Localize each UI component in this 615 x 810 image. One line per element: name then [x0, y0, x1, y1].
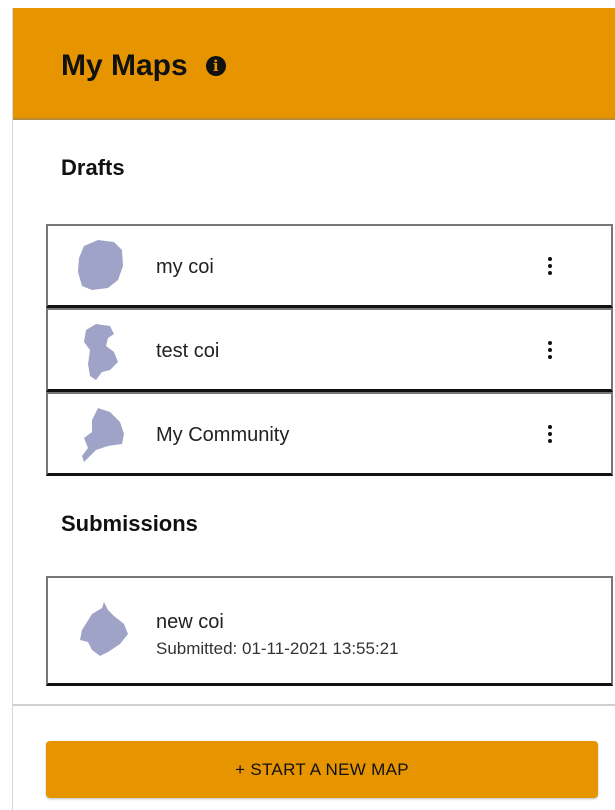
draft-item-label: test coi: [156, 340, 220, 362]
footer-divider: [13, 704, 615, 706]
submission-item-label: new coi: [156, 611, 224, 633]
draft-item[interactable]: My Community: [46, 392, 613, 476]
submissions-list: new coi Submitted: 01-11-2021 13:55:21: [46, 576, 615, 686]
map-shape-icon: [80, 602, 128, 656]
panel-header: My Maps i: [13, 8, 615, 120]
page-title-wrap: My Maps i: [61, 49, 226, 83]
submissions-heading: Submissions: [61, 511, 198, 536]
map-shape-icon: [84, 324, 118, 380]
kebab-menu-icon[interactable]: [540, 334, 560, 366]
submission-status: Submitted: 01-11-2021 13:55:21: [156, 639, 399, 658]
my-maps-panel: My Maps i Drafts my coi test coi My Comm…: [12, 8, 615, 810]
map-shape-icon: [82, 408, 124, 462]
submission-item[interactable]: new coi Submitted: 01-11-2021 13:55:21: [46, 576, 613, 686]
kebab-menu-icon[interactable]: [540, 250, 560, 282]
draft-item-label: my coi: [156, 256, 214, 278]
draft-item[interactable]: test coi: [46, 308, 613, 392]
info-icon[interactable]: i: [205, 56, 226, 76]
start-new-map-button[interactable]: + START A NEW MAP: [46, 741, 598, 798]
drafts-heading: Drafts: [61, 155, 125, 180]
drafts-list: my coi test coi My Community: [46, 224, 615, 476]
map-shape-icon: [78, 240, 123, 290]
page-title: My Maps: [61, 49, 188, 82]
draft-item-label: My Community: [156, 424, 290, 446]
draft-item[interactable]: my coi: [46, 224, 613, 308]
kebab-menu-icon[interactable]: [540, 418, 560, 450]
